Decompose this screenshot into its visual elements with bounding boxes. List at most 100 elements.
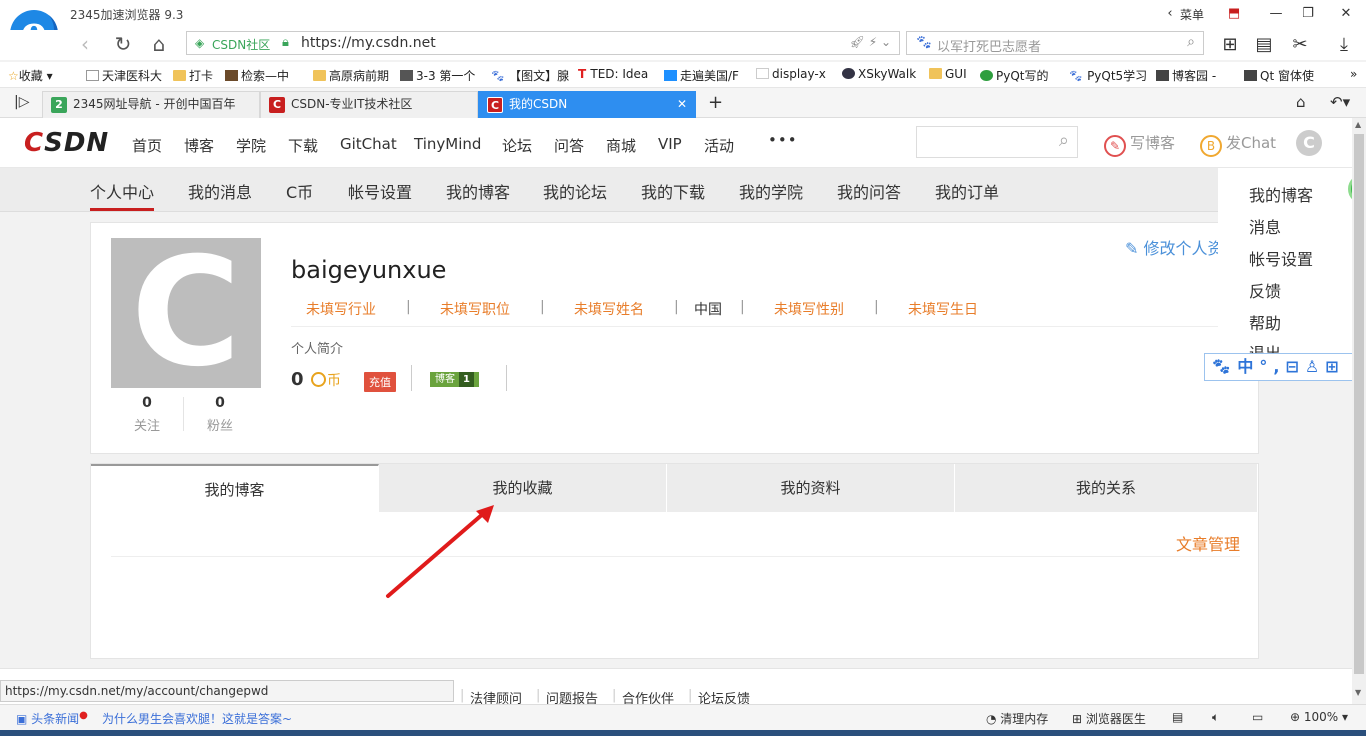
screen-icon[interactable]: ▭ xyxy=(1252,710,1263,724)
birthday-field[interactable]: 未填写生日 xyxy=(908,299,978,319)
notification-icon[interactable]: ⬒ xyxy=(1222,4,1246,24)
nav-mall[interactable]: 商城 xyxy=(606,135,636,156)
nav-tinymind[interactable]: TinyMind xyxy=(414,135,481,153)
subnav-messages[interactable]: 我的消息 xyxy=(188,179,252,203)
minimize-button[interactable]: — xyxy=(1264,4,1288,24)
subnav-account-settings[interactable]: 帐号设置 xyxy=(348,179,412,203)
fans-count[interactable]: 0 xyxy=(190,395,250,411)
punctuation-icon[interactable]: °, xyxy=(1259,357,1285,376)
name-field[interactable]: 未填写姓名 xyxy=(574,299,644,319)
chevron-left-icon[interactable]: ‹ xyxy=(1158,4,1182,24)
user-avatar-icon[interactable]: C xyxy=(1296,130,1322,156)
bookmark-item[interactable]: XSkyWalk xyxy=(842,67,916,81)
nav-gitchat[interactable]: GitChat xyxy=(340,135,397,153)
bookmark-item[interactable]: GUI xyxy=(929,67,967,81)
bookmark-item[interactable]: 3-3 第一个 xyxy=(400,67,475,84)
scroll-down-icon[interactable]: ▼ xyxy=(1355,688,1361,697)
menu-help[interactable]: 帮助 xyxy=(1249,310,1281,334)
clean-memory-button[interactable]: ◔ 清理内存 xyxy=(986,710,1048,727)
bookmark-item[interactable]: 高原病前期 xyxy=(313,67,389,84)
search-icon[interactable]: ⌕ xyxy=(1059,130,1069,151)
browser-search-input[interactable]: 🐾︎ 以军打死巴志愿者 ⌕ xyxy=(906,31,1204,55)
back-button[interactable]: ‹ xyxy=(72,32,98,56)
bookmarks-overflow-icon[interactable]: » xyxy=(1350,67,1357,81)
subnav-my-blog[interactable]: 我的博客 xyxy=(446,179,510,203)
search-placeholder[interactable]: 以军打死巴志愿者 xyxy=(937,36,1041,55)
maximize-button[interactable]: ❐ xyxy=(1296,4,1320,24)
tab-2345-nav[interactable]: 2 2345网址导航 - 开创中国百年 xyxy=(42,91,260,118)
bookmark-favorites[interactable]: ☆收藏 ▾ xyxy=(8,67,53,84)
nav-home[interactable]: 首页 xyxy=(132,135,162,156)
menu-account-settings[interactable]: 帐号设置 xyxy=(1249,246,1313,270)
bookmark-item[interactable]: Qt 窗体使 xyxy=(1244,67,1314,84)
bookmark-item[interactable]: display-x xyxy=(756,67,826,81)
nav-forum[interactable]: 论坛 xyxy=(502,135,532,156)
subnav-my-forum[interactable]: 我的论坛 xyxy=(543,179,607,203)
sidebar-toggle-icon[interactable]: |▷ xyxy=(14,94,29,110)
bookmark-item[interactable]: 博客园 - xyxy=(1156,67,1216,84)
subnav-my-qa[interactable]: 我的问答 xyxy=(837,179,901,203)
toolbox-icon[interactable]: ⊟ xyxy=(1285,357,1304,376)
zoom-control[interactable]: ⊕ 100% ▾ xyxy=(1290,710,1348,724)
gitchat-button[interactable]: B 发Chat xyxy=(1200,132,1276,157)
ime-toolbar[interactable]: 🐾︎中°,⊟♙⊞ xyxy=(1204,353,1362,381)
close-window-button[interactable]: ✕ xyxy=(1334,4,1358,24)
tab-my-profile[interactable]: 我的资料 xyxy=(667,464,955,512)
paw-icon[interactable]: 🐾︎ xyxy=(1211,357,1237,376)
reload-button[interactable]: ↻ xyxy=(110,32,136,56)
csdn-logo[interactable]: CSDN xyxy=(24,128,109,158)
tab-csdn-home[interactable]: C CSDN-专业IT技术社区 xyxy=(260,91,478,118)
menu-messages[interactable]: 消息 xyxy=(1249,214,1281,238)
bookmark-item[interactable]: 🐾︎ 【图文】腺 xyxy=(490,67,569,84)
industry-field[interactable]: 未填写行业 xyxy=(306,299,376,319)
scissors-icon[interactable]: ✂ xyxy=(1288,34,1312,55)
bookmark-item[interactable]: 天津医科大 xyxy=(86,67,162,84)
subnav-personal-center[interactable]: 个人中心 xyxy=(90,179,154,203)
news-button[interactable]: ▣ 头条新闻● xyxy=(16,710,88,727)
scroll-thumb[interactable] xyxy=(1354,134,1364,674)
nav-events[interactable]: 活动 xyxy=(704,135,734,156)
recharge-button[interactable]: 充值 xyxy=(364,372,396,392)
clean-icon[interactable]: ⌂ xyxy=(1296,93,1306,111)
close-tab-icon[interactable]: ✕ xyxy=(677,92,687,117)
grid-icon[interactable]: ⊞ xyxy=(1325,357,1344,376)
page-scrollbar[interactable]: ▲ ▼ xyxy=(1352,118,1366,700)
gender-field[interactable]: 未填写性别 xyxy=(774,299,844,319)
url-bar[interactable]: ◈ CSDN社区 🔒︎ https://my.csdn.net 🚀︎ ⚡ ⌄ xyxy=(186,31,900,55)
bookmark-item[interactable]: T TED: Idea xyxy=(578,67,648,81)
ime-mode[interactable]: 中 xyxy=(1237,357,1259,376)
fans-label[interactable]: 粉丝 xyxy=(190,415,250,434)
subnav-my-academy[interactable]: 我的学院 xyxy=(739,179,803,203)
volume-icon[interactable]: 🔈︎ xyxy=(1212,710,1219,725)
bookmark-item[interactable]: 走遍美国/F xyxy=(664,67,739,84)
search-icon[interactable]: ⌕ xyxy=(1187,34,1195,50)
menu-button[interactable]: 菜单 xyxy=(1180,6,1204,23)
nav-vip[interactable]: VIP xyxy=(658,135,682,153)
bookmark-item[interactable]: 打卡 xyxy=(173,67,213,84)
apps-grid-icon[interactable]: ⊞ xyxy=(1218,34,1242,55)
follow-label[interactable]: 关注 xyxy=(117,415,177,434)
reader-icon[interactable]: ▤ xyxy=(1252,34,1276,55)
browser-doctor-button[interactable]: ⊞ 浏览器医生 xyxy=(1072,710,1146,727)
bookmark-item[interactable]: 🐾︎ PyQt5学习 xyxy=(1068,67,1147,84)
avatar[interactable]: C xyxy=(111,238,261,388)
ie-mode-icon[interactable]: ▤ xyxy=(1172,710,1183,724)
undo-icon[interactable]: ↶▾ xyxy=(1330,93,1350,111)
position-field[interactable]: 未填写职位 xyxy=(440,299,510,319)
csdn-search-input[interactable]: ⌕ xyxy=(916,126,1078,158)
subnav-my-orders[interactable]: 我的订单 xyxy=(935,179,999,203)
speed-mode-icon[interactable]: 🚀︎ ⚡ ⌄ xyxy=(850,35,891,49)
nav-qa[interactable]: 问答 xyxy=(554,135,584,156)
follow-count[interactable]: 0 xyxy=(117,395,177,411)
user-icon[interactable]: ♙ xyxy=(1305,357,1325,376)
subnav-my-downloads[interactable]: 我的下载 xyxy=(641,179,705,203)
article-management-link[interactable]: 文章管理 xyxy=(1176,531,1240,555)
blog-level-badge[interactable]: 博客 1 xyxy=(430,372,479,387)
menu-my-blog[interactable]: 我的博客 xyxy=(1249,182,1313,206)
subnav-coins[interactable]: C币 xyxy=(286,179,313,203)
menu-feedback[interactable]: 反馈 xyxy=(1249,278,1281,302)
download-icon[interactable]: ⤓ xyxy=(1332,34,1356,55)
tab-my-csdn[interactable]: C 我的CSDN ✕ xyxy=(478,91,696,118)
menu-logout[interactable]: 退出 xyxy=(1249,340,1281,354)
bookmark-item[interactable]: 检索—中 xyxy=(225,67,289,84)
